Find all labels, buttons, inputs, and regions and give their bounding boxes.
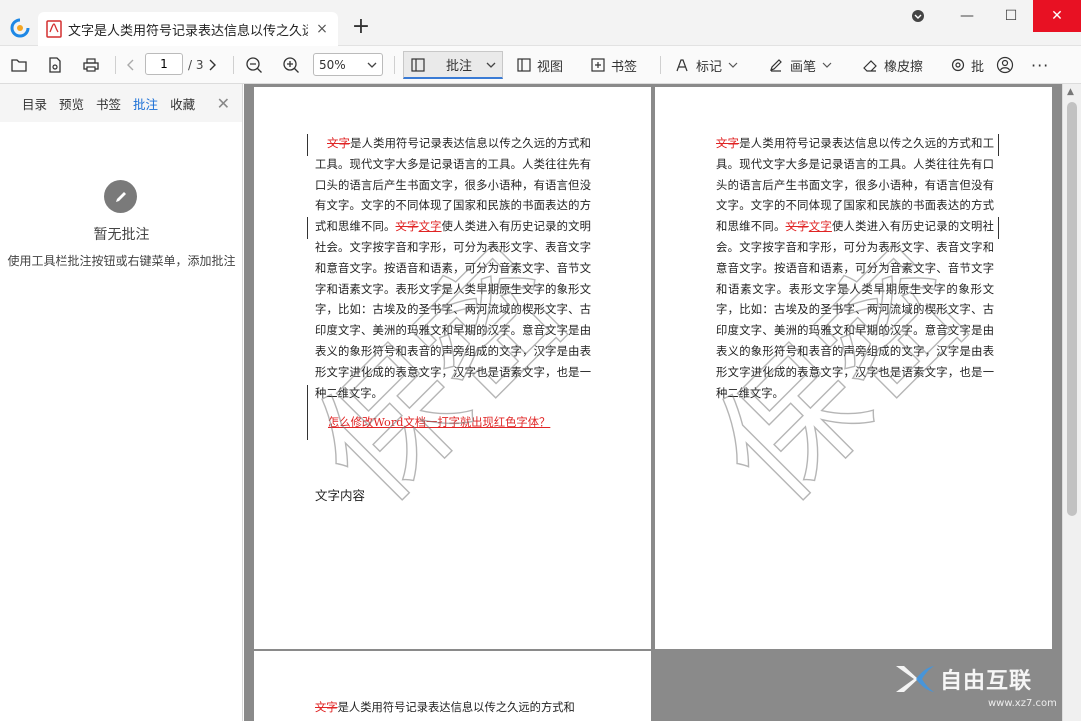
- pdf-page-2[interactable]: 文字是人类用符号记录表达信息以传之久远的方式和工具。现代文字大多是记录语言的工具…: [655, 87, 1052, 649]
- more-options-button[interactable]: ···: [1031, 52, 1049, 78]
- batch-annotate-button[interactable]: 批: [950, 52, 984, 78]
- annotate-button[interactable]: 批注: [403, 51, 503, 79]
- edit-pencil-icon: [104, 180, 137, 213]
- zoom-out-icon[interactable]: [245, 52, 263, 78]
- page-1-paragraph: 文字是人类用符号记录表达信息以传之久远的方式和工具。现代文字大多是记录语言的工具…: [315, 134, 591, 404]
- deleted-text: 文字: [785, 220, 809, 234]
- chevron-down-icon: [822, 62, 832, 68]
- close-window-button[interactable]: ✕: [1033, 0, 1081, 32]
- deleted-text: 文字: [395, 220, 419, 234]
- empty-annotations-title: 暂无批注: [93, 227, 150, 243]
- brand-url: www.xz7.com: [988, 698, 1057, 709]
- toolbar-divider: [115, 56, 116, 74]
- empty-annotations-hint: 使用工具栏批注按钮或右键菜单，添加批注: [7, 254, 236, 268]
- body-text: 是人类用符号记录表达信息以传之久远的方式和工具。现代文字大多是记录语言的工具。人…: [716, 137, 994, 234]
- batch-label: 批: [971, 59, 985, 75]
- highlighter-icon: [676, 59, 688, 72]
- maximize-button[interactable]: ☐: [988, 0, 1034, 32]
- eraser-label: 橡皮擦: [884, 59, 924, 75]
- mark-label: 标记: [696, 59, 723, 75]
- user-profile-icon[interactable]: [996, 52, 1014, 78]
- view-icon: [517, 58, 531, 72]
- page-2-paragraph: 文字是人类用符号记录表达信息以传之久远的方式和工具。现代文字大多是记录语言的工具…: [716, 134, 994, 404]
- bookmark-button[interactable]: 书签: [590, 52, 637, 78]
- chevron-down-icon: [486, 62, 496, 68]
- tab-title: 文字是人类用符号记录表达信息以传之久远...: [68, 23, 308, 39]
- vertical-scrollbar[interactable]: ▲: [1062, 84, 1081, 721]
- revision-bar: [998, 217, 999, 239]
- bookmark-add-icon: [591, 58, 605, 72]
- body-text: 是人类用符号记录表达信息以传之久远的方式和工具。现代文字大多是记录语言的工具。人…: [315, 137, 591, 234]
- revision-bar: [998, 134, 999, 156]
- minimize-button[interactable]: —: [944, 0, 990, 32]
- brand-name: 自由互联: [940, 669, 1033, 694]
- deleted-text: 文字: [327, 137, 351, 150]
- document-tab[interactable]: 文字是人类用符号记录表达信息以传之久远... ×: [38, 12, 338, 46]
- pdf-file-icon: [46, 20, 62, 38]
- chevron-down-icon: [728, 62, 738, 68]
- next-page-icon[interactable]: [206, 52, 218, 78]
- open-folder-icon[interactable]: [10, 52, 28, 78]
- print-icon[interactable]: [82, 52, 100, 78]
- body-text: 使人类进入有历史记录的文明社会。文字按字音和字形，可分为表形文字、表音文字和意音…: [716, 220, 994, 400]
- eraser-button[interactable]: 橡皮擦: [862, 52, 923, 78]
- tab-bookmarks[interactable]: 书签: [96, 94, 121, 113]
- revision-bar: [307, 385, 308, 440]
- page-number-input[interactable]: [145, 53, 183, 75]
- annotate-label: 批注: [446, 59, 473, 74]
- annotation-sidebar: 目录 预览 书签 批注 收藏 ✕ 暂无批注 使用工具栏批注按钮或右键菜单，添加批…: [0, 84, 243, 721]
- eraser-icon: [863, 60, 877, 72]
- prev-page-icon[interactable]: [125, 52, 137, 78]
- body-text: 使人类进入有历史记录的文明社会。文字按字音和字形，可分为表形文字、表音文字和意音…: [315, 220, 591, 400]
- content-label: 文字内容: [315, 488, 366, 503]
- tab-preview[interactable]: 预览: [59, 94, 84, 113]
- site-watermark: 自由互联: [894, 662, 1032, 696]
- tab-toc[interactable]: 目录: [22, 94, 47, 113]
- page-3-paragraph: 文字是人类用符号记录表达信息以传之久远的方式和: [315, 698, 591, 719]
- mark-button[interactable]: 标记: [674, 52, 738, 78]
- sidebar-tabs: 目录 预览 书签 批注 收藏 ✕: [0, 84, 242, 122]
- pen-button[interactable]: 画笔: [768, 52, 832, 78]
- bookmark-label: 书签: [611, 59, 638, 75]
- brand-logo-icon: [896, 666, 934, 692]
- view-button[interactable]: 视图: [516, 52, 563, 78]
- body-text: 是人类用符号记录表达信息以传之久远的方式和: [337, 701, 575, 714]
- inserted-text: 文字: [418, 220, 442, 234]
- pdf-page-1[interactable]: 文字是人类用符号记录表达信息以传之久远的方式和工具。现代文字大多是记录语言的工具…: [254, 87, 651, 649]
- inserted-link-text[interactable]: 怎么修改Word文档一打字就出现红色字体？: [328, 414, 550, 430]
- inserted-text: 文字: [808, 220, 832, 234]
- toolbar-divider: [394, 56, 395, 74]
- document-viewport[interactable]: 文字是人类用符号记录表达信息以传之久远的方式和工具。现代文字大多是记录语言的工具…: [244, 84, 1062, 721]
- chevron-down-icon: [367, 62, 377, 68]
- pen-icon: [770, 59, 782, 72]
- revision-bar: [307, 134, 308, 156]
- zoom-value: 50%: [319, 57, 346, 72]
- zoom-select[interactable]: 50%: [313, 53, 383, 76]
- pdf-page-3[interactable]: 文字是人类用符号记录表达信息以传之久远的方式和: [254, 651, 651, 721]
- view-label: 视图: [537, 59, 564, 75]
- app-logo-icon[interactable]: [10, 18, 30, 38]
- scrollbar-thumb[interactable]: [1067, 102, 1077, 516]
- tab-annotations[interactable]: 批注: [133, 94, 158, 113]
- pen-label: 画笔: [790, 59, 817, 75]
- tab-favorites[interactable]: 收藏: [170, 94, 195, 113]
- tab-close-icon[interactable]: ×: [314, 21, 330, 37]
- gear-icon: [951, 58, 965, 72]
- page-total: / 3: [188, 58, 204, 72]
- title-bar: 文字是人类用符号记录表达信息以传之久远... × + — ☐ ✕: [0, 0, 1081, 46]
- save-file-icon[interactable]: [46, 52, 64, 78]
- account-dropdown-icon[interactable]: [904, 0, 932, 32]
- new-tab-button[interactable]: +: [350, 16, 372, 39]
- sidebar-panel-icon: [411, 57, 425, 72]
- deleted-text: 文字: [315, 701, 338, 714]
- toolbar-divider: [233, 56, 234, 74]
- revision-bar: [307, 217, 308, 239]
- zoom-in-icon[interactable]: [282, 52, 300, 78]
- sidebar-close-icon[interactable]: ✕: [217, 94, 230, 113]
- scroll-up-icon[interactable]: ▲: [1067, 87, 1074, 97]
- deleted-text: 文字: [716, 137, 740, 150]
- toolbar-divider: [660, 56, 661, 74]
